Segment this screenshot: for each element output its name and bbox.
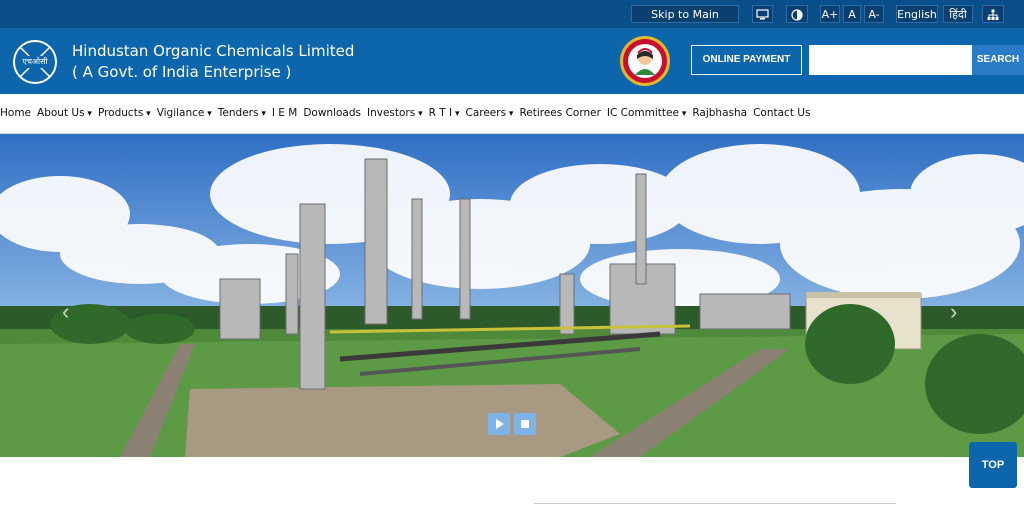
nav-item-r-t-i[interactable]: R T I bbox=[429, 107, 460, 119]
language-hindi-button[interactable]: हिंदी bbox=[943, 5, 973, 23]
company-logo[interactable]: एचओसी bbox=[12, 39, 58, 85]
stop-icon bbox=[521, 420, 529, 428]
nav-item-tenders[interactable]: Tenders bbox=[218, 107, 266, 119]
slider-next-button[interactable]: › bbox=[950, 299, 957, 325]
nav-item-investors[interactable]: Investors bbox=[367, 107, 423, 119]
content-divider bbox=[534, 503, 896, 504]
nav-item-vigilance[interactable]: Vigilance bbox=[157, 107, 212, 119]
sitemap-button[interactable] bbox=[982, 5, 1004, 23]
sitemap-icon bbox=[987, 9, 999, 20]
plant-photo bbox=[0, 134, 1024, 457]
language-english-button[interactable]: English bbox=[896, 5, 938, 23]
logo-text: एचओसी bbox=[22, 57, 48, 66]
play-icon bbox=[496, 419, 504, 429]
nav-item-i-e-m[interactable]: I E M bbox=[272, 107, 297, 119]
search-button[interactable]: SEARCH bbox=[972, 45, 1024, 75]
nav-item-downloads[interactable]: Downloads bbox=[303, 107, 361, 119]
nav-item-ic-committee[interactable]: IC Committee bbox=[607, 107, 686, 119]
nav-menu: Home About Us Products Vigilance Tenders I E … bbox=[0, 107, 816, 119]
screen-reader-button[interactable] bbox=[752, 5, 773, 23]
screen-reader-icon bbox=[756, 9, 769, 20]
swachh-bharat-emblem bbox=[620, 36, 670, 86]
nav-item-rajbhasha[interactable]: Rajbhasha bbox=[692, 107, 747, 119]
hero-banner: ‹ › bbox=[0, 134, 1024, 457]
search-input[interactable] bbox=[809, 45, 972, 75]
font-decrease-button[interactable]: A- bbox=[864, 5, 884, 23]
nav-item-home[interactable]: Home bbox=[0, 107, 31, 119]
contrast-icon bbox=[791, 9, 803, 21]
nav-item-contact-us[interactable]: Contact Us bbox=[753, 107, 810, 119]
nav-item-products[interactable]: Products bbox=[98, 107, 151, 119]
slider-stop-button[interactable] bbox=[514, 413, 536, 435]
organization-subtitle: ( A Govt. of India Enterprise ) bbox=[72, 63, 292, 81]
slider-prev-button[interactable]: ‹ bbox=[62, 299, 69, 325]
utility-bar: Skip to Main Content A+ A A- English हिं… bbox=[0, 0, 1024, 39]
contrast-button[interactable] bbox=[786, 5, 808, 23]
font-increase-button[interactable]: A+ bbox=[820, 5, 840, 23]
font-normal-button[interactable]: A bbox=[843, 5, 861, 23]
main-navigation: Home About Us Products Vigilance Tenders I E … bbox=[0, 94, 1024, 134]
organization-name: Hindustan Organic Chemicals Limited bbox=[72, 42, 355, 60]
slider-play-button[interactable] bbox=[488, 413, 510, 435]
back-to-top-button[interactable]: TOP bbox=[969, 442, 1017, 488]
online-payment-button[interactable]: ONLINE PAYMENT bbox=[691, 45, 802, 75]
skip-to-main-link[interactable]: Skip to Main Content bbox=[631, 5, 739, 39]
nav-item-careers[interactable]: Careers bbox=[465, 107, 513, 119]
nav-item-retirees-corner[interactable]: Retirees Corner bbox=[519, 107, 600, 119]
nav-item-about-us[interactable]: About Us bbox=[37, 107, 92, 119]
site-header: एचओसी Hindustan Organic Chemicals Limite… bbox=[0, 28, 1024, 94]
